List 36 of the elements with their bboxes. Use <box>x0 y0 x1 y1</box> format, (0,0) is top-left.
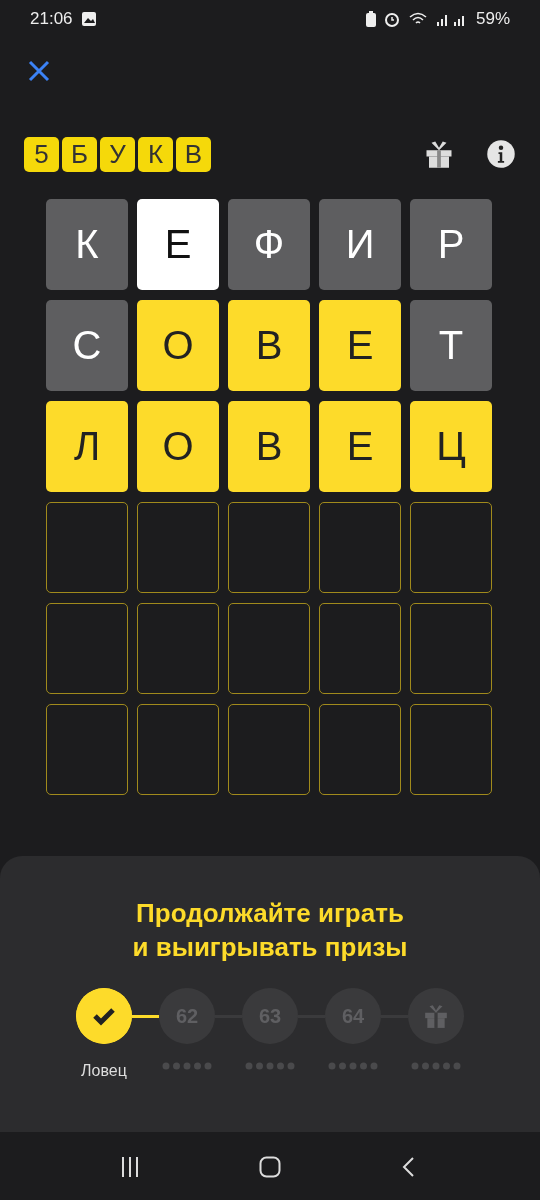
close-icon[interactable] <box>28 60 50 82</box>
letter-tile: Р <box>410 199 492 290</box>
prize-heading: Продолжайте играть и выигрывать призы <box>131 897 409 964</box>
letter-tile: О <box>137 401 219 492</box>
step-label: Ловец <box>81 1062 127 1080</box>
letter-tile: И <box>319 199 401 290</box>
logo-letter: 5 <box>24 136 59 172</box>
hidden-letters-icon <box>328 1062 378 1070</box>
letter-tile: Л <box>46 401 128 492</box>
hidden-letters-icon <box>162 1062 212 1070</box>
battery-level: 59% <box>475 9 510 29</box>
letter-tile: В <box>228 401 310 492</box>
logo-letter: В <box>176 136 211 172</box>
hidden-letters-icon <box>411 1062 461 1070</box>
home-icon[interactable] <box>259 1155 281 1178</box>
letter-tile: В <box>228 300 310 391</box>
letter-tile: Т <box>410 300 492 391</box>
logo-letter: Б <box>62 136 97 172</box>
letter-tile: Е <box>137 199 219 290</box>
logo-letter: К <box>138 136 173 172</box>
letter-tile: Е <box>319 401 401 492</box>
alarm-icon <box>383 11 400 27</box>
logo-letter: У <box>100 136 135 172</box>
letter-tile: Ц <box>410 401 492 492</box>
image-icon <box>80 11 97 27</box>
letter-tile: Е <box>319 300 401 391</box>
gift-icon[interactable] <box>424 139 454 169</box>
letter-tile: К <box>46 199 128 290</box>
status-time: 21:06 <box>30 9 73 29</box>
gift-icon <box>423 1003 449 1029</box>
info-icon[interactable] <box>486 139 516 169</box>
letter-tile: Ф <box>228 199 310 290</box>
letter-tile: С <box>46 300 128 391</box>
recent-apps-icon[interactable] <box>119 1155 141 1178</box>
hidden-letters-icon <box>245 1062 295 1070</box>
letter-tile: О <box>137 300 219 391</box>
